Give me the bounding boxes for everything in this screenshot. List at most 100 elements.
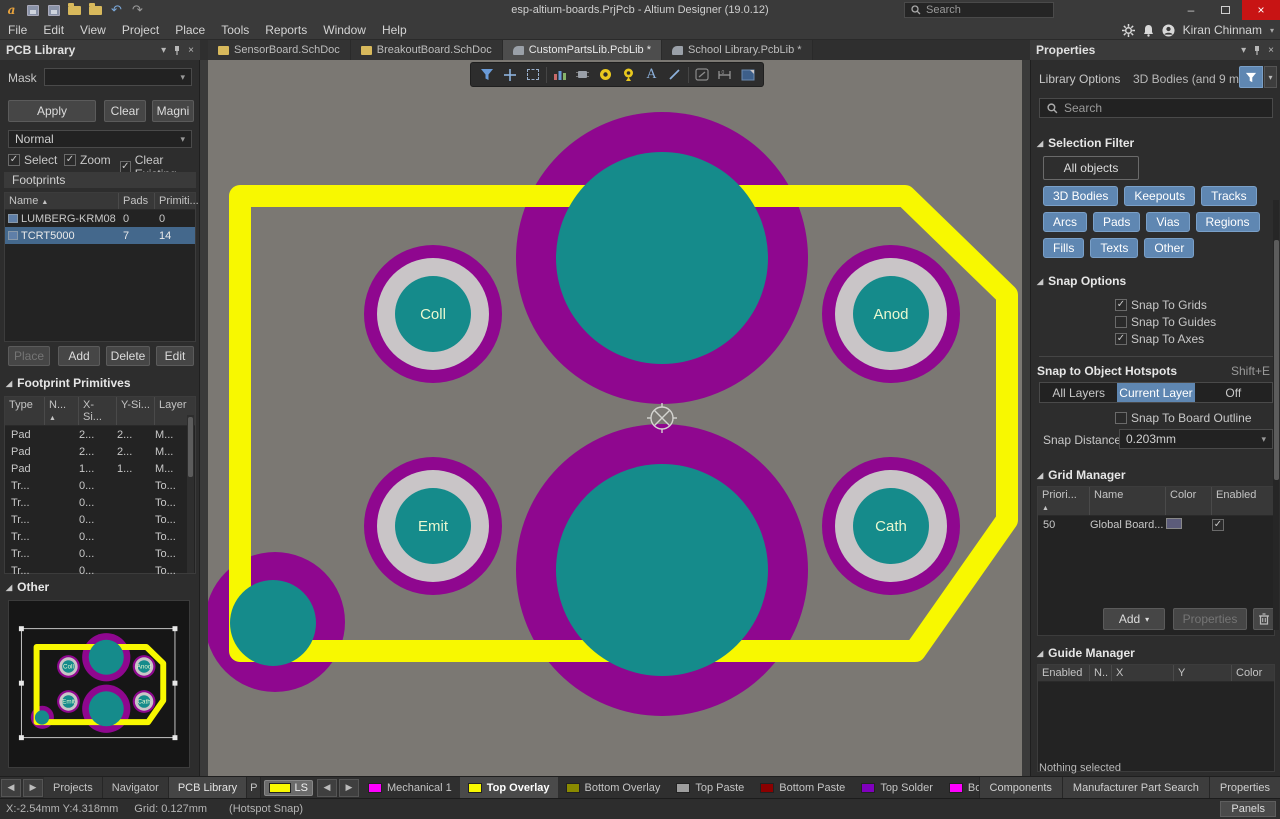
primitive-row[interactable]: Tr...0...To... — [5, 511, 195, 528]
panel-dropdown-icon[interactable]: ▾ — [1241, 45, 1246, 56]
column-name[interactable]: Name ▲ — [5, 193, 119, 209]
undo-icon[interactable]: ↶ — [109, 3, 124, 17]
tab-custompartslib[interactable]: CustomPartsLib.PcbLib * — [503, 40, 662, 60]
mode-dropdown[interactable]: Normal▾ — [8, 130, 192, 148]
grid-color-swatch[interactable] — [1166, 518, 1182, 529]
layer-tab-bottom-paste[interactable]: Bottom Paste — [752, 777, 853, 799]
edit-button[interactable]: Edit — [156, 346, 194, 366]
panel-dropdown-icon[interactable]: ▾ — [161, 45, 166, 56]
segment-off[interactable]: Off — [1195, 383, 1272, 402]
menu-reports[interactable]: Reports — [257, 20, 315, 40]
line-icon[interactable] — [665, 65, 685, 84]
global-search-input[interactable]: Search — [904, 2, 1054, 18]
open-document-icon[interactable] — [88, 3, 103, 17]
grid-add-button[interactable]: Add▾ — [1103, 608, 1165, 630]
primitive-row[interactable]: Pad2...2...M... — [5, 426, 195, 443]
string-icon[interactable]: A — [642, 65, 662, 84]
tabs-scroll-left-icon[interactable]: ◀ — [1, 779, 21, 797]
user-avatar-icon[interactable] — [1162, 24, 1175, 37]
save-all-icon[interactable] — [46, 3, 61, 17]
column-pads[interactable]: Pads — [119, 193, 155, 209]
filter-pads[interactable]: Pads — [1093, 212, 1140, 232]
filter-tracks[interactable]: Tracks — [1201, 186, 1257, 206]
layer-tab-top-paste[interactable]: Top Paste — [668, 777, 752, 799]
menu-window[interactable]: Window — [315, 20, 374, 40]
panel-tab-components[interactable]: Components — [979, 777, 1062, 799]
clear-button[interactable]: Clear — [104, 100, 146, 122]
primitive-row[interactable]: Tr...0...To... — [5, 562, 195, 579]
menu-help[interactable]: Help — [374, 20, 415, 40]
segment-all-layers[interactable]: All Layers — [1040, 383, 1117, 402]
mask-dropdown[interactable]: ▾ — [44, 68, 192, 86]
menu-view[interactable]: View — [72, 20, 114, 40]
column-type[interactable]: Type — [5, 397, 45, 425]
snap-to-grids-checkbox[interactable]: ✓Snap To Grids — [1115, 298, 1207, 312]
filter-fills[interactable]: Fills — [1043, 238, 1084, 258]
snap-distance-dropdown[interactable]: 0.203mm▾ — [1119, 429, 1273, 449]
all-objects-button[interactable]: All objects — [1043, 156, 1139, 180]
filter-dropdown-icon[interactable]: ▾ — [1264, 66, 1277, 88]
pad-icon[interactable] — [596, 65, 616, 84]
primitive-row[interactable]: Tr...0...To... — [5, 494, 195, 511]
panel-tab-navigator[interactable]: Navigator — [103, 777, 169, 799]
object-filter-button[interactable] — [1239, 66, 1263, 88]
fill-region-icon[interactable] — [738, 65, 758, 84]
snap-to-axes-checkbox[interactable]: ✓Snap To Axes — [1115, 332, 1204, 346]
add-button[interactable]: Add — [58, 346, 100, 366]
footprint-row[interactable]: LUMBERG-KRM08 0 0 — [5, 210, 195, 227]
user-dropdown-icon[interactable]: ▾ — [1270, 26, 1274, 35]
filter-arcs[interactable]: Arcs — [1043, 212, 1087, 232]
properties-scrollbar[interactable] — [1273, 200, 1279, 630]
layers-scroll-left-icon[interactable]: ◀ — [317, 779, 337, 797]
primitive-row[interactable]: Tr...0...To... — [5, 528, 195, 545]
move-icon[interactable] — [500, 65, 520, 84]
tab-schoollibrary[interactable]: School Library.PcbLib * — [662, 40, 813, 60]
snap-options-section[interactable]: ◢Snap Options — [1037, 274, 1126, 288]
menu-tools[interactable]: Tools — [213, 20, 257, 40]
filter-keepouts[interactable]: Keepouts — [1124, 186, 1195, 206]
user-name[interactable]: Kiran Chinnam — [1183, 23, 1262, 37]
apply-button[interactable]: Apply — [8, 100, 96, 122]
layer-tab-bottom-overlay[interactable]: Bottom Overlay — [558, 777, 669, 799]
layer-tab-top-overlay[interactable]: Top Overlay — [460, 777, 558, 799]
primitives-scrollbar[interactable] — [187, 415, 194, 573]
properties-search-input[interactable]: Search — [1039, 98, 1273, 118]
route-icon[interactable] — [692, 65, 712, 84]
panel-close-icon[interactable]: × — [1268, 45, 1274, 56]
panel-tab-properties[interactable]: Properties — [1209, 777, 1280, 799]
panels-button[interactable]: Panels — [1220, 801, 1276, 817]
delete-button[interactable]: Delete — [106, 346, 150, 366]
menu-project[interactable]: Project — [114, 20, 167, 40]
segment-current-layer[interactable]: Current Layer — [1117, 383, 1194, 402]
pin-icon[interactable] — [1253, 45, 1261, 55]
board-view-icon[interactable] — [550, 65, 570, 84]
column-xsize[interactable]: X-Si... — [79, 397, 117, 425]
snap-to-guides-checkbox[interactable]: Snap To Guides — [1115, 315, 1216, 329]
primitive-row[interactable]: Tr...0...To... — [5, 545, 195, 562]
close-button[interactable]: × — [1242, 0, 1280, 20]
column-ysize[interactable]: Y-Si... — [117, 397, 155, 425]
save-icon[interactable] — [25, 3, 40, 17]
grid-row[interactable]: 50 Global Board... ✓ — [1038, 516, 1274, 533]
filter-regions[interactable]: Regions — [1196, 212, 1260, 232]
gear-icon[interactable] — [1122, 24, 1135, 37]
footprint-row-selected[interactable]: TCRT5000 7 14 — [5, 227, 195, 244]
zoom-checkbox[interactable]: ✓Zoom — [64, 153, 111, 167]
layer-set-chip[interactable]: LS — [264, 780, 312, 796]
select-area-icon[interactable] — [523, 65, 543, 84]
filter-other[interactable]: Other — [1144, 238, 1194, 258]
menu-file[interactable]: File — [0, 20, 35, 40]
open-folder-icon[interactable] — [67, 3, 82, 17]
filter-vias[interactable]: Vias — [1146, 212, 1189, 232]
pin-icon[interactable] — [173, 45, 181, 55]
panel-tab-manufacturer-part-search[interactable]: Manufacturer Part Search — [1062, 777, 1209, 799]
primitive-row[interactable]: Pad1...1...M... — [5, 460, 195, 477]
filter-3d-bodies[interactable]: 3D Bodies — [1043, 186, 1118, 206]
minimize-button[interactable]: – — [1174, 0, 1208, 20]
grid-delete-button[interactable] — [1253, 608, 1275, 630]
primitive-row[interactable]: Pad2...2...M... — [5, 443, 195, 460]
panel-tab-projects[interactable]: Projects — [44, 777, 103, 799]
other-section[interactable]: ◢ Other — [6, 580, 49, 594]
column-primitives[interactable]: Primiti... — [155, 193, 195, 209]
primitive-row[interactable]: Tr...0...To... — [5, 477, 195, 494]
